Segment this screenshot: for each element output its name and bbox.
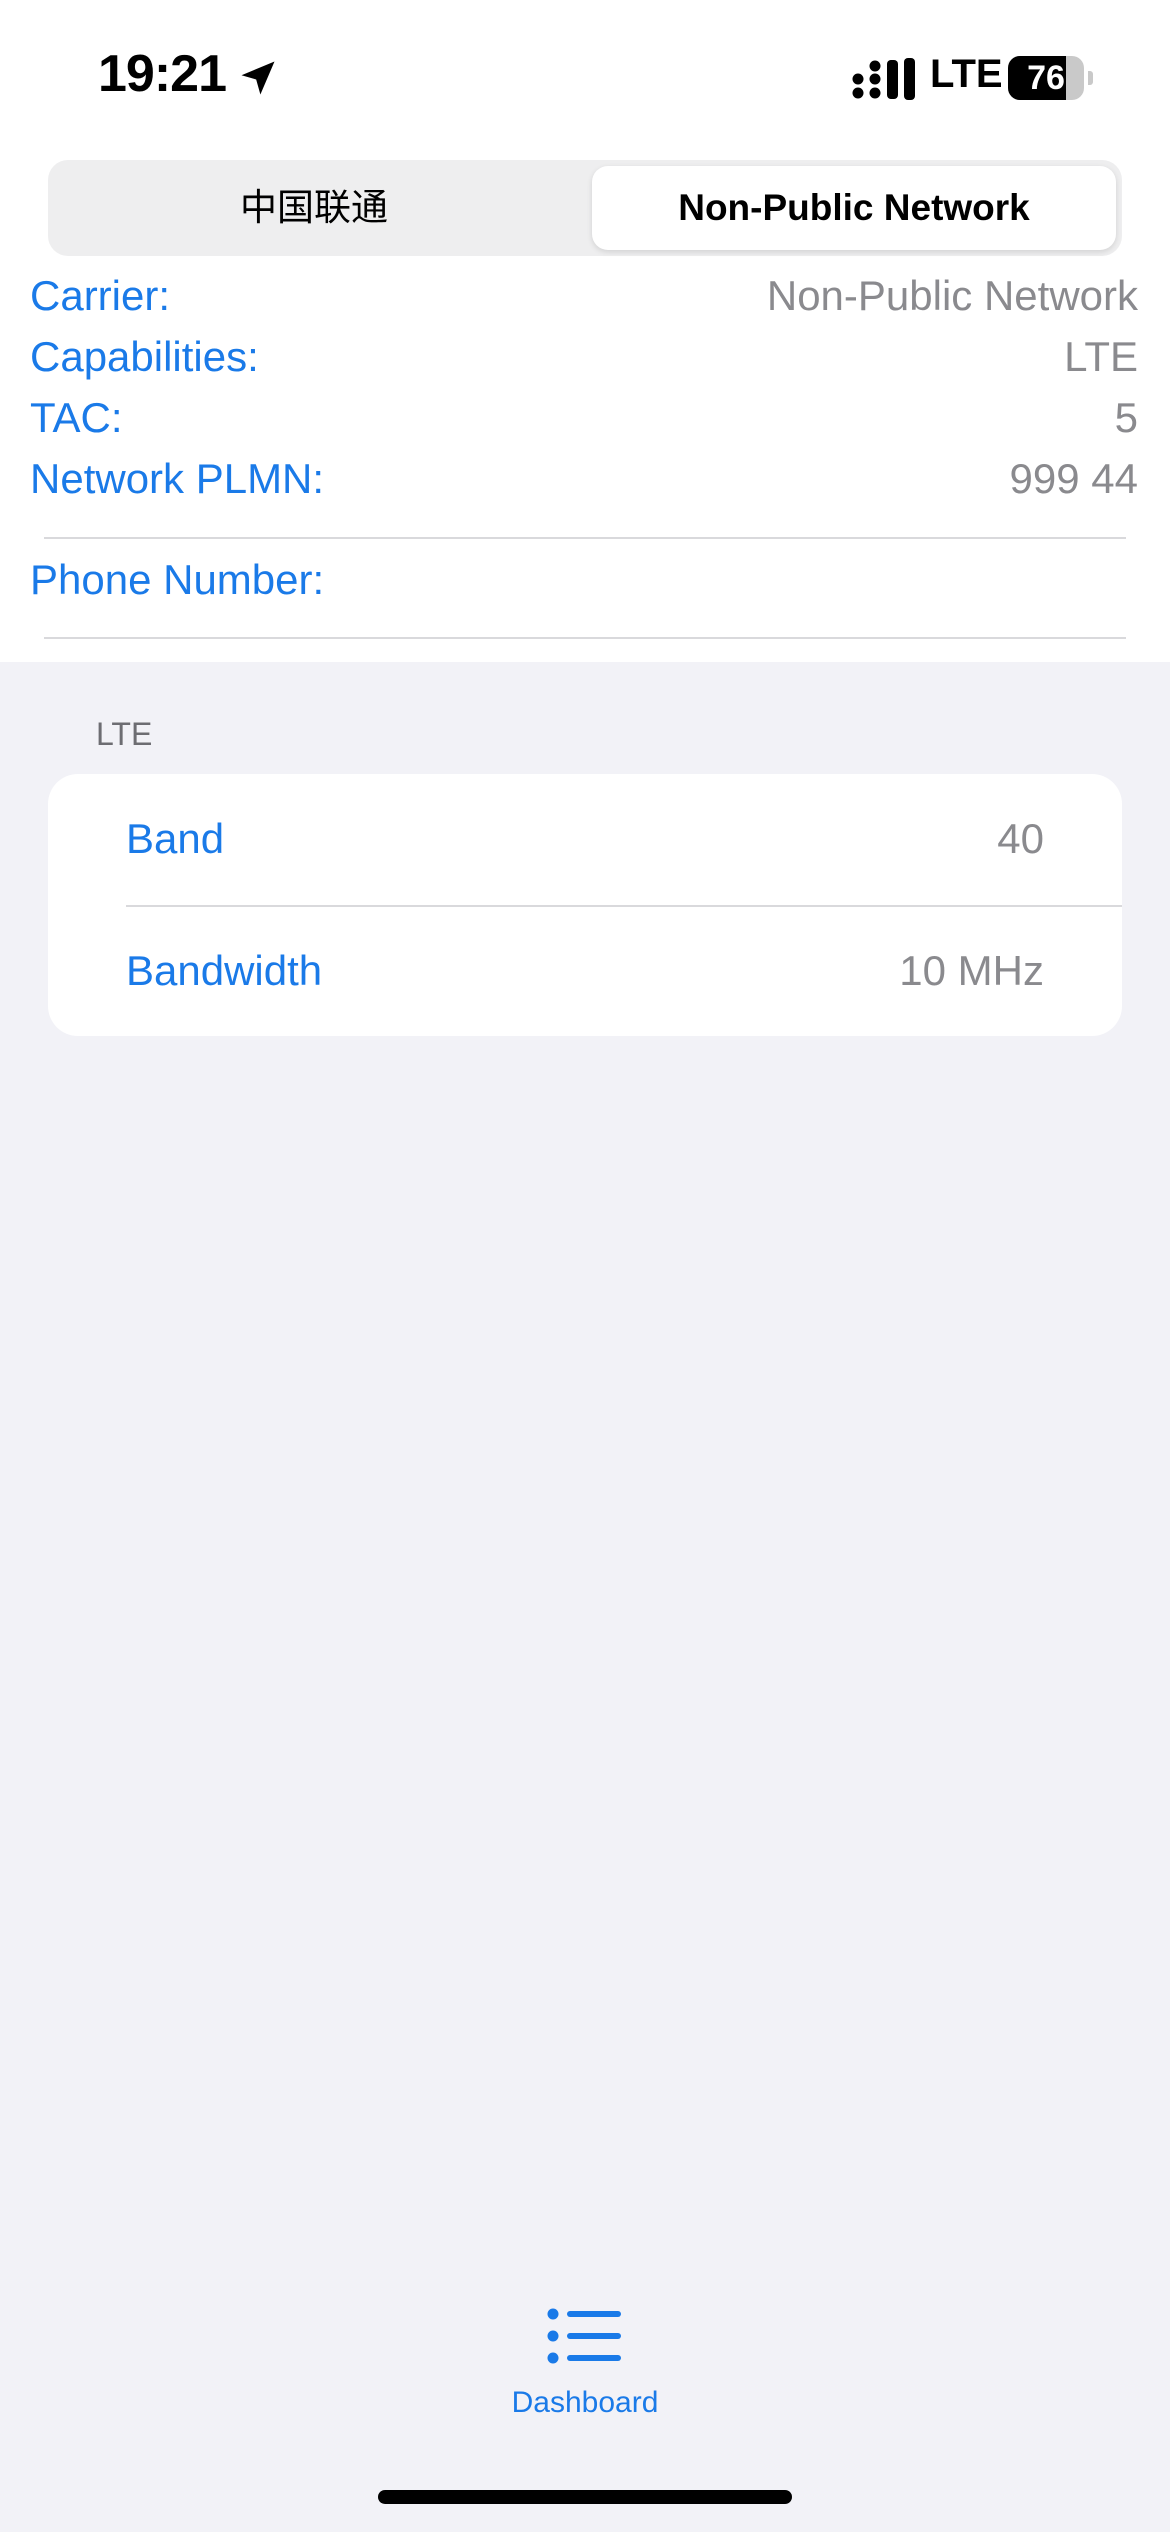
segment-china-unicom[interactable]: 中国联通 xyxy=(54,166,574,250)
bandwidth-label: Bandwidth xyxy=(126,947,323,994)
tac-label: TAC: xyxy=(30,394,123,441)
battery-level: 76 xyxy=(1027,59,1065,97)
bandwidth-row: Bandwidth 10 MHz xyxy=(126,906,1044,1036)
location-arrow-icon xyxy=(241,61,275,95)
network-plmn-row: Network PLMN: 999 44 xyxy=(30,455,1138,511)
tab-dashboard-label: Dashboard xyxy=(511,2386,659,2419)
band-value: 40 xyxy=(997,815,1044,862)
battery-tip xyxy=(1088,71,1093,85)
network-type-label: LTE xyxy=(930,52,1003,96)
battery-body: 76 xyxy=(1008,56,1084,100)
status-time: 19:21 xyxy=(98,45,227,103)
tab-dashboard[interactable]: Dashboard xyxy=(485,2300,685,2430)
carrier-row: Carrier: Non-Public Network xyxy=(30,272,1138,328)
lte-card: Band 40 Bandwidth 10 MHz xyxy=(48,774,1122,1036)
divider xyxy=(44,637,1126,639)
tac-row: TAC: 5 xyxy=(30,394,1138,450)
phone-number-label: Phone Number: xyxy=(30,556,325,603)
carrier-label: Carrier: xyxy=(30,272,171,319)
bandwidth-value: 10 MHz xyxy=(899,947,1044,994)
network-plmn-value: 999 44 xyxy=(1009,455,1138,502)
list-icon xyxy=(547,2308,621,2364)
carrier-segmented-control: 中国联通 Non-Public Network xyxy=(48,160,1122,256)
carrier-value: Non-Public Network xyxy=(766,272,1138,319)
capabilities-row: Capabilities: LTE xyxy=(30,333,1138,389)
battery-icon: 76 xyxy=(1008,56,1093,100)
network-plmn-label: Network PLMN: xyxy=(30,455,325,502)
section-header-lte: LTE xyxy=(96,716,153,752)
signal-strength-icon xyxy=(852,58,915,100)
capabilities-label: Capabilities: xyxy=(30,333,259,380)
band-label: Band xyxy=(126,815,225,862)
band-row: Band 40 xyxy=(126,774,1044,904)
capabilities-value: LTE xyxy=(1064,333,1138,380)
status-bar: 19:21 LTE 76 xyxy=(0,0,1170,150)
segment-non-public-network[interactable]: Non-Public Network xyxy=(592,166,1116,250)
home-indicator xyxy=(378,2490,792,2504)
tac-value: 5 xyxy=(1114,394,1138,441)
phone-number-row: Phone Number: xyxy=(30,556,1138,612)
divider xyxy=(44,537,1126,539)
